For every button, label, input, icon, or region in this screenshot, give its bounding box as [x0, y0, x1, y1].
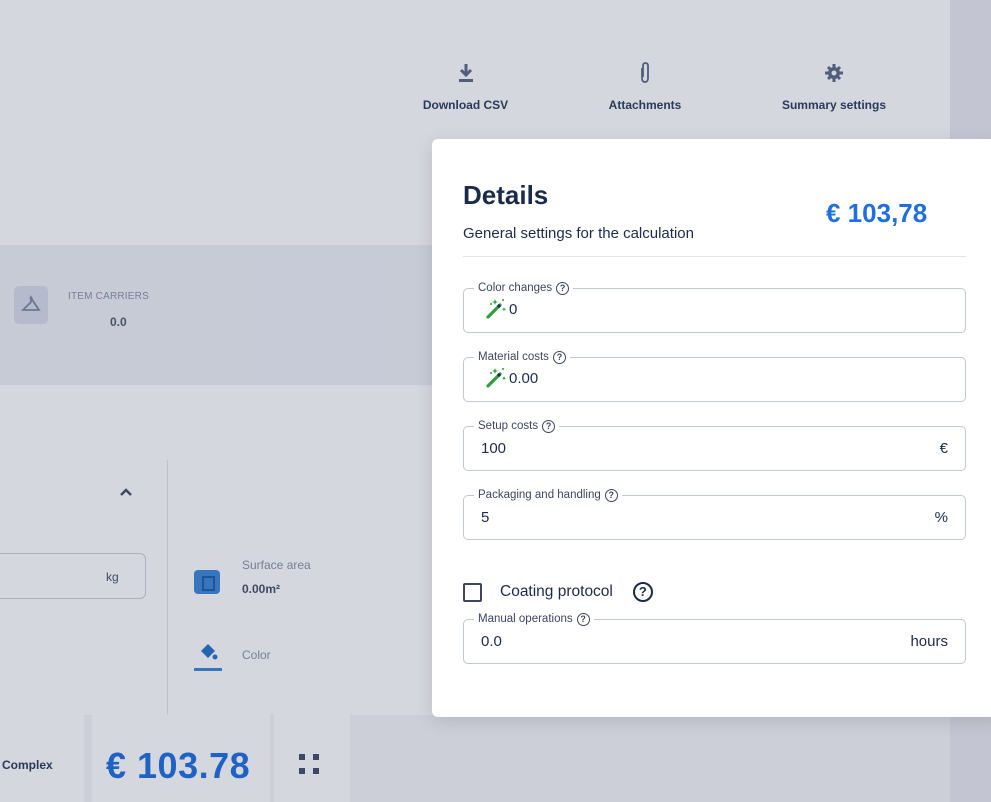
packaging-handling-label: Packaging and handling — [478, 489, 601, 501]
help-circle-icon[interactable]: ? — [632, 582, 653, 602]
panel-title: Details — [463, 180, 549, 210]
manual-operations-value: 0.0 — [481, 633, 502, 650]
setup-costs-unit: € — [939, 440, 948, 457]
panel-price: € 103,78 — [826, 198, 928, 228]
packaging-handling-value: 5 — [481, 509, 490, 526]
material-costs-value-wrap: 0.00 — [485, 367, 538, 389]
manual-operations-legend: Manual operations ? — [474, 611, 594, 627]
packaging-handling-legend: Packaging and handling ? — [474, 487, 622, 503]
color-changes-legend: Color changes ? — [474, 280, 574, 296]
material-costs-label: Material costs — [478, 351, 549, 363]
panel-subtitle: General settings for the calculation — [463, 225, 694, 242]
color-changes-label: Color changes — [478, 282, 553, 294]
setup-costs-value: 100 — [481, 440, 507, 457]
material-costs-legend: Material costs ? — [474, 349, 570, 365]
help-circle-icon[interactable]: ? — [576, 612, 590, 626]
coating-protocol-label: Coating protocol — [500, 583, 613, 600]
help-circle-icon[interactable]: ? — [556, 281, 570, 295]
magic-wand-icon — [485, 367, 509, 389]
manual-operations-field[interactable]: Manual operations ? 0.0 hours — [463, 611, 966, 664]
help-circle-icon[interactable]: ? — [542, 419, 556, 433]
manual-operations-unit: hours — [910, 633, 948, 650]
color-changes-value: 0 — [509, 300, 518, 318]
setup-costs-label: Setup costs — [478, 420, 539, 432]
help-circle-icon[interactable]: ? — [552, 350, 566, 364]
material-costs-value: 0.00 — [509, 369, 539, 387]
setup-costs-field[interactable]: Setup costs ? 100 € — [463, 418, 966, 471]
color-changes-field[interactable]: Color changes ? 0 — [463, 280, 966, 333]
help-circle-icon[interactable]: ? — [604, 488, 618, 502]
details-panel: Details € 103,78 General settings for th… — [432, 139, 991, 717]
packaging-handling-unit: % — [934, 509, 948, 526]
material-costs-field[interactable]: Material costs ? 0.00 — [463, 349, 966, 402]
coating-protocol-row: Coating protocol ? — [463, 582, 653, 602]
color-changes-value-wrap: 0 — [485, 298, 517, 320]
setup-costs-legend: Setup costs ? — [474, 418, 560, 434]
panel-divider — [463, 256, 966, 257]
packaging-handling-field[interactable]: Packaging and handling ? 5 % — [463, 487, 966, 540]
manual-operations-label: Manual operations — [478, 613, 573, 625]
coating-protocol-checkbox[interactable] — [463, 582, 482, 602]
magic-wand-icon — [485, 298, 509, 320]
